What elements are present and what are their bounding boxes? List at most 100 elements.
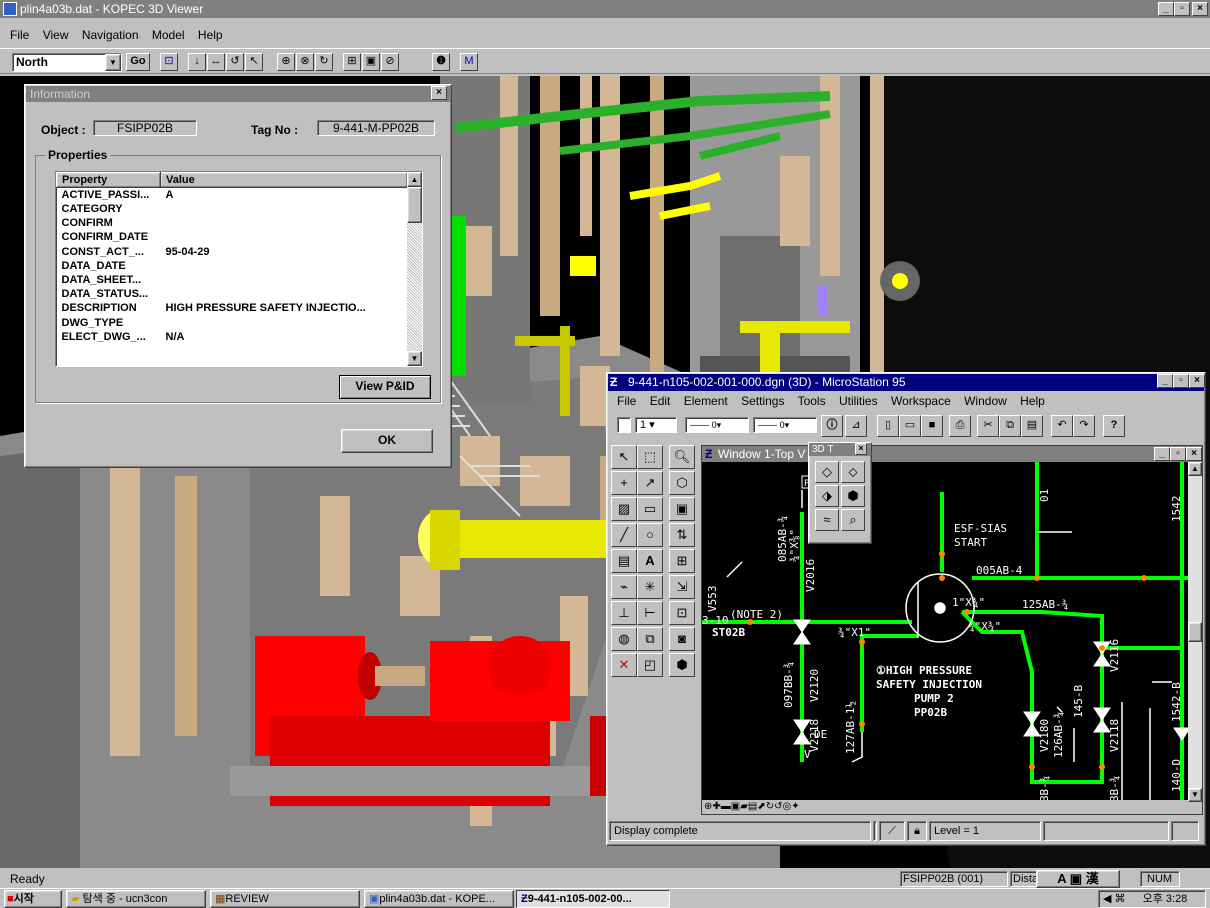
reset-view-icon[interactable]: ⊘ bbox=[381, 53, 399, 71]
view-controls-bar[interactable]: ⊕✚▬▣▰▤⬈↻↺◎✦ bbox=[702, 800, 1188, 814]
menu-view[interactable]: View bbox=[43, 28, 69, 42]
dimension-tool-icon[interactable]: ⊥ bbox=[611, 601, 637, 625]
taskbar-microstation[interactable]: Ƶ9-441-n105-002-00... bbox=[516, 890, 670, 908]
hatch-tool-icon[interactable]: ▨ bbox=[611, 497, 637, 521]
ms-menu-workspace[interactable]: Workspace bbox=[891, 394, 951, 408]
save-icon[interactable]: ■ bbox=[921, 415, 943, 437]
move-left-right-icon[interactable]: ↔ bbox=[207, 53, 225, 71]
maximize-button[interactable]: ▫ bbox=[1174, 2, 1190, 16]
view-vertical-scrollbar[interactable]: ▲ ▼ bbox=[1188, 462, 1202, 802]
properties-table[interactable]: Property Value ACTIVE_PASSI... A CATEGORY… bbox=[55, 171, 423, 367]
3d-rotate-plane-tool-icon[interactable]: ⬦ bbox=[841, 461, 865, 483]
table-row[interactable]: DATA_SHEET... bbox=[57, 273, 408, 287]
select-arrow-icon[interactable]: ↖ bbox=[245, 53, 263, 71]
scroll-up-button[interactable]: ▲ bbox=[407, 172, 422, 187]
snap-tool-icon[interactable]: ⌁ bbox=[611, 575, 637, 599]
view-close-button[interactable]: × bbox=[1186, 447, 1202, 461]
point-tool-icon[interactable]: + bbox=[611, 471, 637, 495]
ms-menu-help[interactable]: Help bbox=[1020, 394, 1045, 408]
cut-icon[interactable]: ✂ bbox=[977, 415, 999, 437]
line-weight-select[interactable]: ─── 0▾ bbox=[753, 417, 817, 433]
ms-maximize-button[interactable]: ▫ bbox=[1173, 374, 1189, 388]
taskbar-explorer[interactable]: ▰ 탐색 중 - ucn3con bbox=[66, 890, 206, 908]
fit-view-icon[interactable]: ⊞ bbox=[343, 53, 361, 71]
table-row[interactable]: CATEGORY bbox=[57, 202, 408, 216]
speaker-icon[interactable]: ◀ bbox=[1103, 893, 1111, 905]
ok-button[interactable]: OK bbox=[341, 429, 433, 453]
move-view-tool-icon[interactable]: ⊡ bbox=[669, 601, 695, 625]
taskbar-review[interactable]: ▦REVIEW bbox=[210, 890, 360, 908]
render-tool-icon[interactable]: ⬢ bbox=[669, 653, 695, 677]
palette-tool-icon[interactable]: ◍ bbox=[611, 627, 637, 651]
open-file-icon[interactable]: ▭ bbox=[899, 415, 921, 437]
table-row[interactable]: DWG_TYPE bbox=[57, 316, 408, 330]
ms-menu-window[interactable]: Window bbox=[964, 394, 1007, 408]
paste-icon[interactable]: ▤ bbox=[1021, 415, 1043, 437]
zoom-window-icon[interactable]: ▣ bbox=[362, 53, 380, 71]
view-scroll-up[interactable]: ▲ bbox=[1188, 462, 1202, 476]
sparkle-tool-icon[interactable]: ✳ bbox=[637, 575, 663, 599]
line-tool-icon[interactable]: ╱ bbox=[611, 523, 637, 547]
table-row[interactable]: CONST_ACT_... 95-04-29 bbox=[57, 245, 408, 259]
3d-surface-tool-icon[interactable]: ≈ bbox=[815, 509, 839, 531]
header-property[interactable]: Property bbox=[56, 172, 161, 188]
close-icon[interactable]: × bbox=[431, 86, 447, 100]
print-icon[interactable]: ⎙ bbox=[949, 415, 971, 437]
new-file-icon[interactable]: ▯ bbox=[877, 415, 899, 437]
cell-tool-icon[interactable]: ▤ bbox=[611, 549, 637, 573]
table-row[interactable]: ELECT_DWG_... N/A bbox=[57, 330, 408, 344]
table-row[interactable]: ACTIVE_PASSI... A bbox=[57, 188, 408, 203]
measure-icon[interactable]: ⊿ bbox=[845, 415, 867, 437]
view-tool-icon[interactable]: ▣ bbox=[669, 497, 695, 521]
ms-menu-utilities[interactable]: Utilities bbox=[839, 394, 878, 408]
menu-model[interactable]: Model bbox=[152, 28, 185, 42]
3d-zoom-tool-icon[interactable]: ⌕ bbox=[841, 509, 865, 531]
3d-extrude-tool-icon[interactable]: ⬗ bbox=[815, 485, 839, 507]
minimize-button[interactable]: _ bbox=[1158, 2, 1174, 16]
schematic-canvas[interactable]: P ESF-SIAS START 005AB-4 125AB-¾ 1"X¾" ¾… bbox=[702, 462, 1188, 802]
ime-indicator[interactable]: A ▣ 漢 bbox=[1036, 870, 1120, 888]
network-icon[interactable]: ⌘ bbox=[1115, 893, 1126, 905]
text-tool-icon[interactable]: A bbox=[637, 549, 663, 573]
menu-file[interactable]: File bbox=[10, 28, 29, 42]
go-button[interactable]: Go bbox=[126, 53, 150, 71]
table-row[interactable]: DATA_DATE bbox=[57, 259, 408, 273]
delete-tool-icon[interactable]: ✕ bbox=[611, 653, 637, 677]
group-tool-icon[interactable]: ◰ bbox=[637, 653, 663, 677]
chevron-down-icon[interactable]: ▼ bbox=[105, 54, 121, 71]
pan-vertical-icon[interactable]: ⊗ bbox=[296, 53, 314, 71]
ms-menu-file[interactable]: File bbox=[617, 394, 636, 408]
level-select[interactable]: 1 ▾ bbox=[635, 417, 677, 433]
table-row[interactable]: CONFIRM bbox=[57, 216, 408, 230]
copy-tool-icon[interactable]: ⧉ bbox=[637, 627, 663, 651]
ms-menu-element[interactable]: Element bbox=[684, 394, 728, 408]
scroll-thumb[interactable] bbox=[407, 187, 422, 223]
color-swatch[interactable] bbox=[617, 417, 631, 433]
scroll-down-button[interactable]: ▼ bbox=[407, 351, 422, 366]
close-button[interactable]: × bbox=[1192, 2, 1208, 16]
menu-navigation[interactable]: Navigation bbox=[82, 28, 139, 42]
taskbar-kopec[interactable]: ▣plin4a03b.dat - KOPE... bbox=[364, 890, 514, 908]
level-tool-icon[interactable]: ⇅ bbox=[669, 523, 695, 547]
view-minimize-button[interactable]: _ bbox=[1154, 447, 1170, 461]
element-info-icon[interactable]: ⓘ bbox=[821, 415, 843, 437]
view-direction-select[interactable]: North ▼ bbox=[12, 53, 122, 72]
vertical-scrollbar[interactable]: ▲ ▼ bbox=[407, 172, 422, 366]
copy-icon[interactable]: ⧉ bbox=[999, 415, 1021, 437]
table-row[interactable]: DATA_STATUS... bbox=[57, 287, 408, 301]
ms-minimize-button[interactable]: _ bbox=[1157, 374, 1173, 388]
snap-mode-icon[interactable]: ⟋ bbox=[879, 821, 905, 841]
fence-tool-icon[interactable]: ⬚ bbox=[637, 445, 663, 469]
pan-horizontal-icon[interactable]: ⊕ bbox=[277, 53, 295, 71]
line-style-select[interactable]: ─── 0▾ bbox=[685, 417, 749, 433]
ms-close-button[interactable]: × bbox=[1189, 374, 1205, 388]
microstation-link-icon[interactable]: M bbox=[460, 53, 478, 71]
scale-tool-icon[interactable]: ⇲ bbox=[669, 575, 695, 599]
measure-dist-tool-icon[interactable]: ⊢ bbox=[637, 601, 663, 625]
start-button[interactable]: ■시작 bbox=[4, 890, 62, 908]
undo-icon[interactable]: ↶ bbox=[1051, 415, 1073, 437]
ms-menu-settings[interactable]: Settings bbox=[741, 394, 784, 408]
ms-menu-edit[interactable]: Edit bbox=[650, 394, 671, 408]
lock-icon[interactable]: 🔒︎ bbox=[907, 821, 927, 841]
3d-tools-close-icon[interactable]: × bbox=[855, 443, 867, 455]
